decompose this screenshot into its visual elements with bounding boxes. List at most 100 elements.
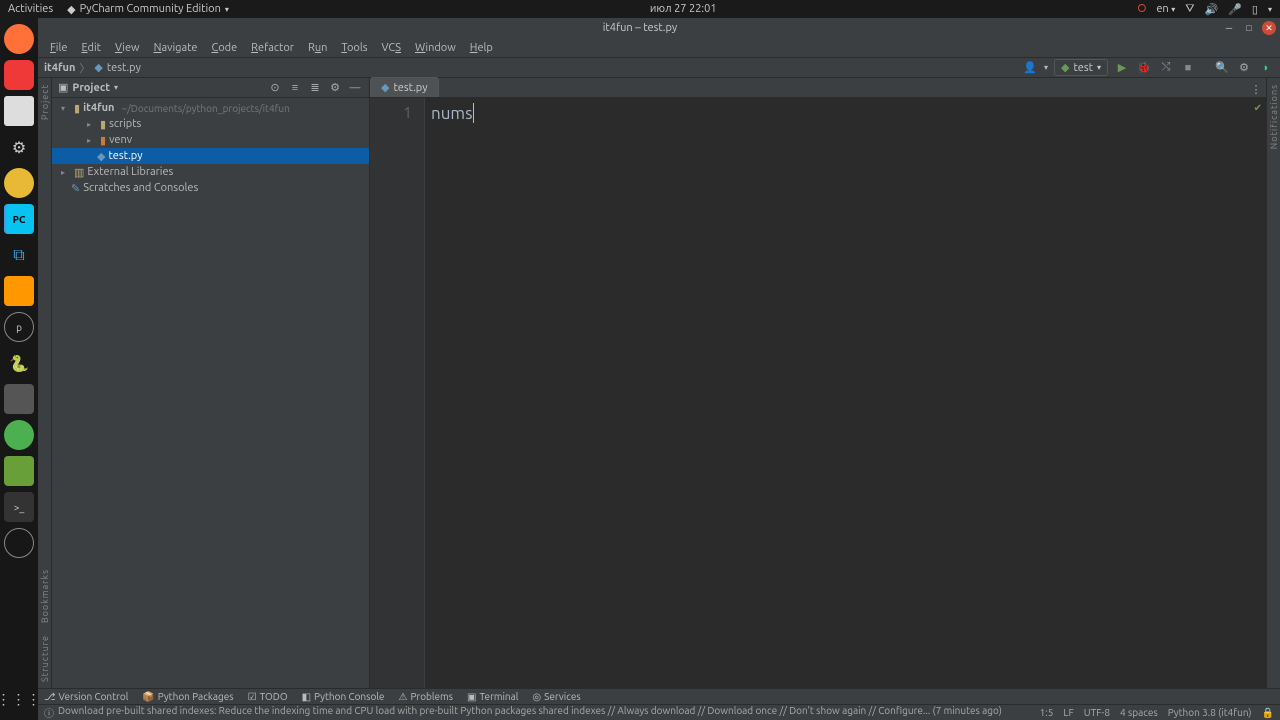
dock-firefox[interactable]	[4, 24, 34, 54]
editor-body[interactable]: 1 nums ✔	[370, 98, 1266, 688]
dock-pycharm[interactable]: PC	[4, 204, 34, 234]
tool-window-services[interactable]: ◎Services	[532, 691, 580, 703]
hide-panel-button[interactable]: —	[347, 80, 363, 96]
menu-run[interactable]: Run	[302, 40, 333, 56]
tree-expand-arrow[interactable]: ▾	[61, 104, 71, 113]
tree-folder-scripts[interactable]: ▸ ▮ scripts	[52, 116, 369, 132]
vcs-icon: ⎇	[44, 691, 56, 703]
tool-label: TODO	[260, 691, 288, 702]
collapse-all-button[interactable]: ≣	[307, 80, 323, 96]
python-file-icon: ◆	[381, 81, 389, 94]
tree-expand-arrow[interactable]: ▸	[61, 168, 71, 177]
dock-obs[interactable]	[4, 528, 34, 558]
menu-view[interactable]: View	[109, 40, 146, 56]
dock-app-yellow[interactable]	[4, 168, 34, 198]
lock-icon[interactable]: 🔒	[1262, 707, 1274, 719]
tree-external-libraries[interactable]: ▸ ▥ External Libraries	[52, 164, 369, 180]
menu-help[interactable]: Help	[464, 40, 499, 56]
dock-files[interactable]	[4, 96, 34, 126]
add-user-icon[interactable]: 👤	[1022, 60, 1038, 76]
menu-refactor[interactable]: Refactor	[245, 40, 300, 56]
status-interpreter[interactable]: Python 3.8 (it4fun)	[1168, 707, 1252, 719]
window-minimize-button[interactable]: ─	[1222, 21, 1236, 35]
expand-all-button[interactable]: ≡	[287, 80, 303, 96]
tool-window-structure[interactable]: Structure	[40, 629, 50, 688]
inspection-ok-icon[interactable]: ✔	[1254, 102, 1262, 114]
run-config-label: test	[1074, 62, 1093, 74]
breadcrumb-root[interactable]: it4fun	[44, 62, 75, 74]
system-menu-caret[interactable]: ▾	[1268, 5, 1272, 14]
dock-vscode[interactable]: ⧉	[4, 240, 34, 270]
mic-icon[interactable]: 🎤	[1228, 3, 1242, 16]
menu-tools[interactable]: Tools	[335, 40, 373, 56]
project-header-label[interactable]: Project	[72, 82, 110, 94]
tree-scratches[interactable]: ✎ Scratches and Consoles	[52, 180, 369, 196]
tool-window-project[interactable]: Project	[40, 78, 50, 126]
screencast-icon[interactable]: ⭘	[1138, 3, 1147, 16]
package-icon: 📦	[142, 691, 154, 703]
tool-window-python-packages[interactable]: 📦Python Packages	[142, 691, 233, 703]
menu-edit[interactable]: Edit	[75, 40, 107, 56]
status-line-separator[interactable]: LF	[1063, 707, 1073, 719]
menu-vcs[interactable]: VCS	[376, 40, 408, 56]
stop-button[interactable]: ■	[1180, 60, 1196, 76]
tree-file-testpy[interactable]: ◆ test.py	[52, 148, 369, 164]
status-message[interactable]: Download pre-built shared indexes: Reduc…	[58, 705, 1002, 720]
tool-window-notifications[interactable]: Notifications	[1269, 78, 1279, 155]
breadcrumb-file[interactable]: test.py	[107, 62, 141, 74]
tool-window-terminal[interactable]: ▣Terminal	[467, 691, 518, 703]
project-settings-button[interactable]: ⚙	[327, 80, 343, 96]
window-titlebar: it4fun – test.py ─ □ ✕	[0, 18, 1280, 38]
menu-navigate[interactable]: Navigate	[148, 40, 204, 56]
editor-tab-testpy[interactable]: ◆ test.py	[370, 77, 439, 97]
dock-settings[interactable]: ⚙	[4, 132, 34, 162]
status-encoding[interactable]: UTF-8	[1084, 707, 1110, 719]
run-configuration-selector[interactable]: ◆ test ▾	[1054, 59, 1108, 76]
dock-notes[interactable]	[4, 456, 34, 486]
tool-label: Terminal	[479, 691, 518, 702]
select-opened-file-button[interactable]: ⊙	[267, 80, 283, 96]
run-with-coverage-button[interactable]: ⤭	[1158, 60, 1174, 76]
menu-window[interactable]: Window	[409, 40, 462, 56]
battery-icon[interactable]: ▯	[1252, 3, 1258, 16]
tool-window-vcs[interactable]: ⎇Version Control	[44, 691, 128, 703]
volume-icon[interactable]: 🔊	[1205, 3, 1219, 16]
tree-folder-venv[interactable]: ▸ ▮ venv	[52, 132, 369, 148]
search-everywhere-button[interactable]: 🔍	[1214, 60, 1230, 76]
tool-window-python-console[interactable]: ◧Python Console	[302, 691, 385, 703]
menu-code[interactable]: Code	[205, 40, 243, 56]
dock-app-green[interactable]	[4, 420, 34, 450]
window-maximize-button[interactable]: □	[1242, 21, 1256, 35]
ide-settings-button[interactable]: ⚙	[1236, 60, 1252, 76]
project-view-selector[interactable]: ▾	[114, 83, 118, 92]
menu-file[interactable]: File	[44, 40, 73, 56]
code-with-me-button[interactable]: ◗	[1258, 60, 1274, 76]
dock-vivaldi[interactable]	[4, 60, 34, 90]
status-indent[interactable]: 4 spaces	[1120, 707, 1158, 719]
dock-apps-grid[interactable]: ⋮⋮⋮	[0, 691, 42, 708]
status-caret-position[interactable]: 1:5	[1040, 707, 1054, 719]
debug-button[interactable]: 🐞	[1136, 60, 1152, 76]
window-close-button[interactable]: ✕	[1262, 21, 1276, 35]
dock-python[interactable]: 🐍	[4, 348, 34, 378]
dock-intellij[interactable]	[4, 384, 34, 414]
wifi-icon[interactable]: ⛛	[1185, 3, 1194, 16]
dock-terminal[interactable]: >_	[4, 492, 34, 522]
tool-window-todo[interactable]: ☑TODO	[248, 691, 288, 703]
input-lang[interactable]: en ▾	[1156, 3, 1175, 15]
activities-button[interactable]: Activities	[8, 3, 53, 15]
tool-window-problems[interactable]: ⚠Problems	[398, 691, 453, 703]
code-area[interactable]: nums	[425, 98, 1266, 688]
run-button[interactable]: ▶	[1114, 60, 1130, 76]
project-tree[interactable]: ▾ ▮ it4fun ~/Documents/python_projects/i…	[52, 98, 369, 688]
app-indicator[interactable]: ◆ PyCharm Community Edition ▾	[67, 3, 229, 16]
dock-sublime[interactable]	[4, 276, 34, 306]
clock[interactable]: июл 27 22:01	[229, 3, 1138, 15]
tree-root-folder[interactable]: ▾ ▮ it4fun ~/Documents/python_projects/i…	[52, 100, 369, 116]
tool-window-bookmarks[interactable]: Bookmarks	[40, 563, 50, 629]
tree-expand-arrow[interactable]: ▸	[87, 120, 97, 129]
dock-app-circle1[interactable]: p	[4, 312, 34, 342]
editor-tabs-menu[interactable]: ⋮	[1250, 81, 1266, 97]
tree-expand-arrow[interactable]: ▸	[87, 136, 97, 145]
info-icon[interactable]: ⓘ	[44, 705, 54, 720]
